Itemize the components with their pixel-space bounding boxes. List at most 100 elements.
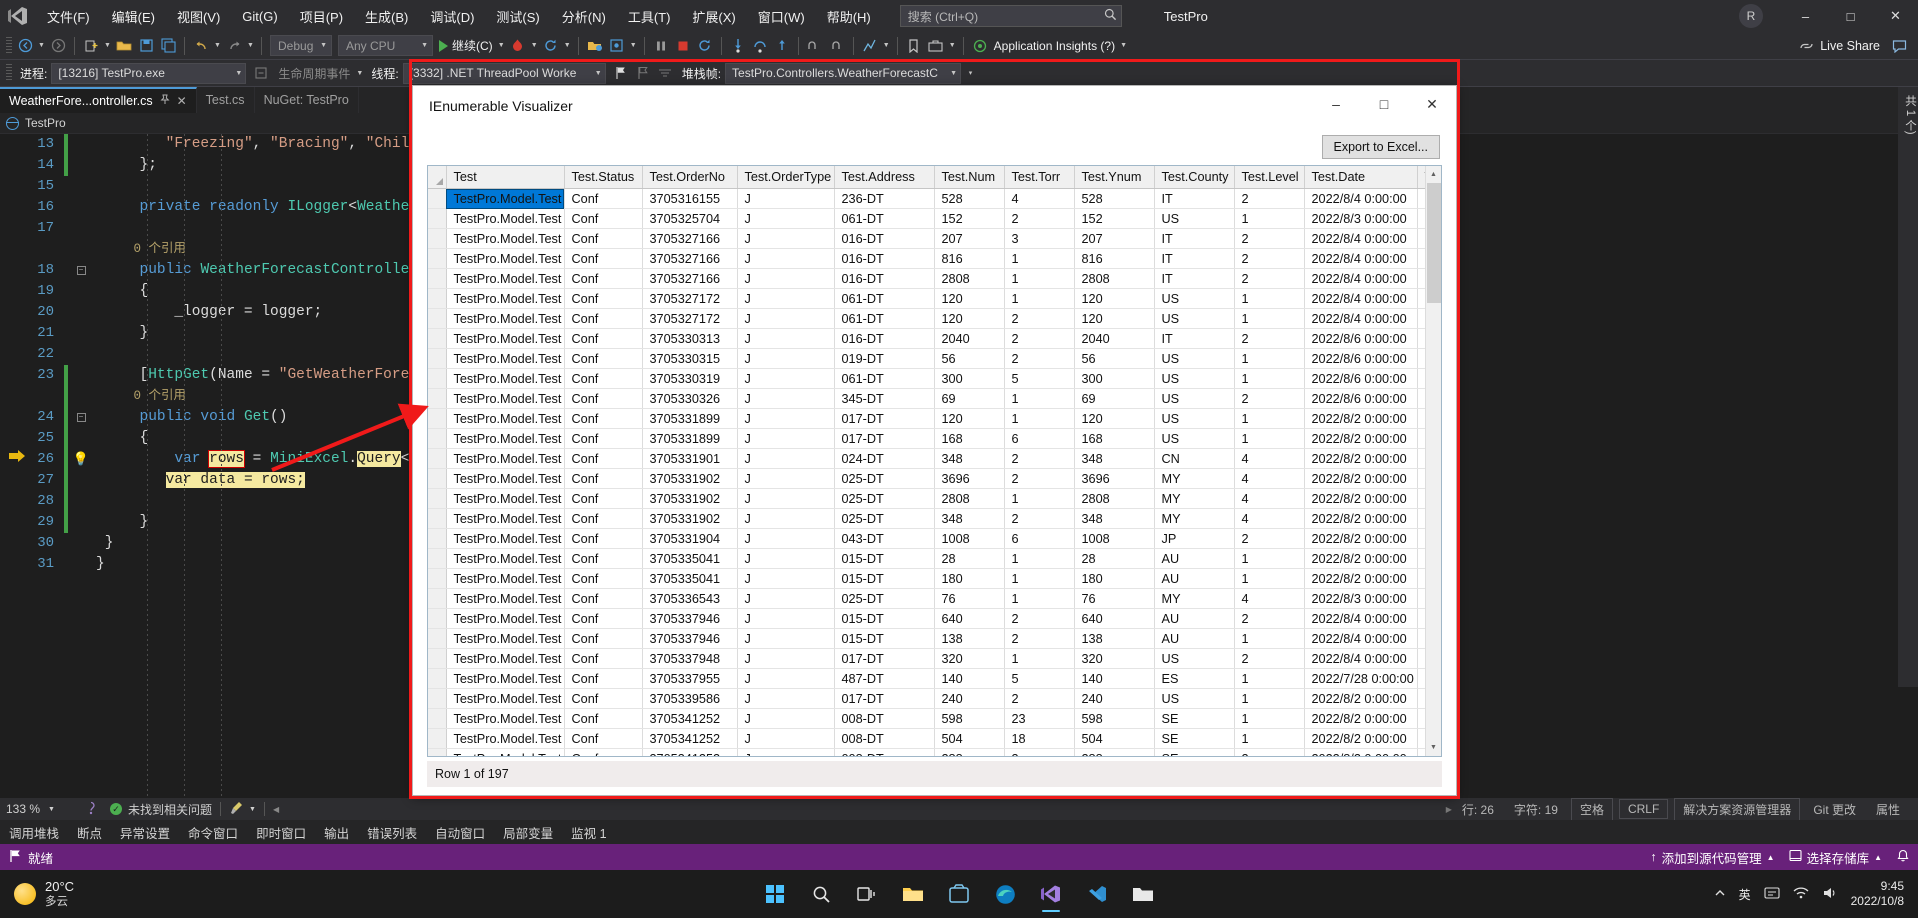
solution-explorer-button[interactable]: 解决方案资源管理器: [1674, 798, 1800, 821]
collapse-left-icon[interactable]: ◀: [273, 805, 279, 814]
table-cell[interactable]: J: [737, 469, 834, 489]
table-row[interactable]: TestPro.Model.TestConf3705327166J016-DT2…: [428, 269, 1425, 289]
table-cell[interactable]: Conf: [564, 529, 642, 549]
table-cell[interactable]: CN: [1154, 449, 1234, 469]
table-cell[interactable]: 598: [934, 709, 1004, 729]
live-share-label[interactable]: Live Share: [1817, 39, 1888, 53]
table-cell[interactable]: Conf: [564, 449, 642, 469]
row-selector-header[interactable]: [428, 166, 446, 189]
menu-git[interactable]: Git(G): [231, 4, 288, 29]
chevron-down-icon[interactable]: ▼: [48, 806, 55, 813]
navigate-back-dropdown[interactable]: ▼: [36, 35, 47, 57]
table-cell[interactable]: 6: [1004, 529, 1074, 549]
debugbar-grip[interactable]: [6, 64, 12, 82]
menu-view[interactable]: 视图(V): [166, 2, 231, 31]
app-insights-icon[interactable]: [969, 35, 991, 57]
table-cell[interactable]: 061-DT: [834, 309, 934, 329]
table-cell[interactable]: TestPro.Model.Test: [446, 469, 564, 489]
table-cell[interactable]: TestPro.Model.Test: [446, 569, 564, 589]
step-forward-icon[interactable]: [826, 35, 848, 57]
column-header-address[interactable]: Test.Address: [834, 166, 934, 189]
table-cell[interactable]: 3705331901: [642, 449, 737, 469]
table-cell[interactable]: 345-DT: [834, 389, 934, 409]
app-insights-label[interactable]: Application Insights (?): [991, 39, 1118, 53]
table-cell[interactable]: 20481244: [1417, 489, 1425, 509]
feedback-icon[interactable]: [1888, 35, 1910, 57]
row-selector-cell[interactable]: [428, 569, 446, 589]
table-row[interactable]: TestPro.Model.TestConf3705337946J015-DT1…: [428, 629, 1425, 649]
step-into-icon[interactable]: [727, 35, 749, 57]
table-cell[interactable]: J: [737, 589, 834, 609]
menu-tools[interactable]: 工具(T): [617, 2, 682, 31]
table-row[interactable]: TestPro.Model.TestConf3705339586J017-DT2…: [428, 689, 1425, 709]
table-cell[interactable]: J: [737, 709, 834, 729]
table-cell[interactable]: TestPro.Model.Test: [446, 609, 564, 629]
table-cell[interactable]: MY: [1154, 589, 1234, 609]
table-cell[interactable]: MY: [1154, 469, 1234, 489]
table-cell[interactable]: Conf: [564, 189, 642, 209]
table-cell[interactable]: 2: [1004, 329, 1074, 349]
pin-icon[interactable]: [160, 94, 170, 108]
panel-tab-watch1[interactable]: 监视 1: [562, 820, 615, 845]
table-cell[interactable]: 1: [1234, 709, 1304, 729]
table-cell[interactable]: J: [737, 429, 834, 449]
table-cell[interactable]: 300: [934, 369, 1004, 389]
table-cell[interactable]: 70458000: [1417, 469, 1425, 489]
indent-mode-label[interactable]: 空格: [1571, 798, 1613, 821]
table-cell[interactable]: 348: [934, 449, 1004, 469]
table-cell[interactable]: 008-DT: [834, 749, 934, 757]
table-cell[interactable]: J: [737, 249, 834, 269]
table-cell[interactable]: Conf: [564, 709, 642, 729]
table-row[interactable]: TestPro.Model.TestConf3705337946J015-DT6…: [428, 609, 1425, 629]
row-selector-cell[interactable]: [428, 629, 446, 649]
table-cell[interactable]: J: [737, 749, 834, 757]
table-cell[interactable]: 20483945: [1417, 189, 1425, 209]
row-selector-cell[interactable]: [428, 489, 446, 509]
panel-tab-error-list[interactable]: 错误列表: [358, 820, 426, 845]
table-cell[interactable]: 3705327166: [642, 229, 737, 249]
table-cell[interactable]: Conf: [564, 309, 642, 329]
table-cell[interactable]: 2022/8/6 0:00:00: [1304, 329, 1417, 349]
table-cell[interactable]: 2040: [934, 329, 1004, 349]
panel-tab-exception-settings[interactable]: 异常设置: [111, 820, 179, 845]
table-cell[interactable]: MY: [1154, 489, 1234, 509]
column-header-orderno[interactable]: Test.OrderNo: [642, 166, 737, 189]
account-avatar[interactable]: R: [1739, 4, 1763, 28]
table-cell[interactable]: 1: [1234, 669, 1304, 689]
table-cell[interactable]: 6: [1004, 429, 1074, 449]
show-flagged-only-icon[interactable]: [654, 62, 676, 84]
chevron-down-icon[interactable]: ▼: [249, 806, 256, 813]
table-cell[interactable]: 4: [1234, 589, 1304, 609]
table-cell[interactable]: 1: [1004, 269, 1074, 289]
table-row[interactable]: TestPro.Model.TestConf3705337955J487-DT1…: [428, 669, 1425, 689]
grid-vertical-scrollbar[interactable]: ▲ ▼: [1425, 166, 1441, 756]
table-cell[interactable]: 3: [1004, 749, 1074, 757]
table-cell[interactable]: 2022/8/2 0:00:00: [1304, 449, 1417, 469]
save-icon[interactable]: [135, 35, 157, 57]
platform-select[interactable]: Any CPU ▼: [338, 35, 433, 56]
table-cell[interactable]: US: [1154, 649, 1234, 669]
table-row[interactable]: TestPro.Model.TestConf3705331902J025-DT2…: [428, 489, 1425, 509]
toolbox-dropdown[interactable]: ▼: [947, 35, 958, 57]
table-cell[interactable]: 1: [1234, 349, 1304, 369]
table-cell[interactable]: 017-DT: [834, 689, 934, 709]
table-cell[interactable]: TestPro.Model.Test: [446, 649, 564, 669]
table-cell[interactable]: TestPro.Model.Test: [446, 429, 564, 449]
table-cell[interactable]: 20491484: [1417, 309, 1425, 329]
table-cell[interactable]: 1: [1004, 589, 1074, 609]
stop-icon[interactable]: [672, 35, 694, 57]
table-cell[interactable]: J: [737, 309, 834, 329]
table-cell[interactable]: 00491357: [1417, 409, 1425, 429]
code-metrics-dropdown[interactable]: ▼: [881, 35, 892, 57]
table-cell[interactable]: ES: [1154, 669, 1234, 689]
table-cell[interactable]: 2022/8/2 0:00:00: [1304, 689, 1417, 709]
menu-build[interactable]: 生成(B): [354, 2, 419, 31]
table-cell[interactable]: US: [1154, 309, 1234, 329]
table-cell[interactable]: J: [737, 389, 834, 409]
table-cell[interactable]: 1: [1234, 549, 1304, 569]
table-cell[interactable]: IT: [1154, 269, 1234, 289]
table-cell[interactable]: 1: [1004, 489, 1074, 509]
table-row[interactable]: TestPro.Model.TestConf3705325704J061-DT1…: [428, 209, 1425, 229]
table-cell[interactable]: 3705327166: [642, 249, 737, 269]
table-cell[interactable]: 00233429: [1417, 749, 1425, 757]
